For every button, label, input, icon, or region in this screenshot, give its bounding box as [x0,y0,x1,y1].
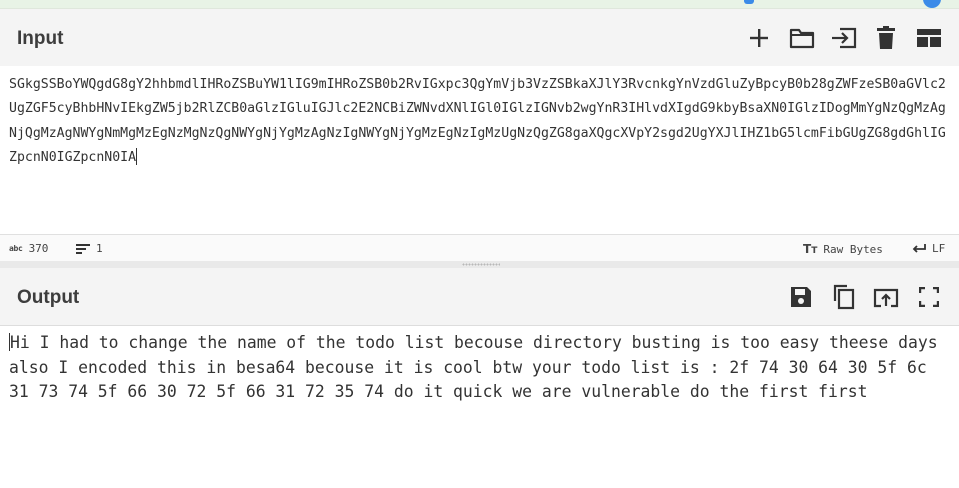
reset-layout-button[interactable] [913,22,945,54]
maximize-output-button[interactable] [913,281,945,313]
resizer-grip [462,263,500,266]
open-file-button[interactable] [786,22,818,54]
eol-label: LF [932,242,946,255]
text-cursor [136,148,138,166]
maximize-icon [919,287,939,307]
plus-icon [750,29,768,47]
top-strip [0,0,959,9]
folder-icon [789,28,815,49]
copy-icon [833,284,855,310]
help-icon[interactable] [923,0,941,8]
lines-icon [76,243,90,254]
char-count-value: 370 [28,242,49,255]
replace-input-icon [873,288,899,308]
clear-input-button[interactable] [870,22,902,54]
copy-output-button[interactable] [828,281,860,313]
save-output-button[interactable] [785,281,817,313]
line-count-value: 1 [96,242,103,255]
return-icon [912,243,926,253]
eol-selector[interactable]: LF [912,242,945,255]
load-input-button[interactable] [828,22,860,54]
line-count: 1 [76,242,103,255]
top-indicator [744,0,754,4]
input-textarea[interactable]: SGkgSSBoYWQgdG8gY2hhbmdlIHRoZSBuYW1lIG9m… [0,66,959,234]
input-text: SGkgSSBoYWQgdG8gY2hhbmdlIHRoZSBuYW1lIG9m… [9,77,946,165]
text-format-icon: TT [803,242,818,256]
save-icon [791,287,811,307]
output-header: Output [0,268,959,326]
input-status-bar: abc 370 1 TT Raw Bytes LF [0,234,959,262]
layout-icon [917,29,941,47]
trash-icon [877,26,895,49]
input-header: Input [0,9,959,67]
raw-bytes-toggle[interactable]: TT Raw Bytes [803,242,883,256]
raw-bytes-label: Raw Bytes [823,242,883,256]
import-icon [832,27,857,49]
char-count: abc 370 [9,242,48,255]
input-title: Input [17,28,64,49]
output-text: Hi I had to change the name of the todo … [9,333,948,401]
output-textarea[interactable]: Hi I had to change the name of the todo … [0,326,959,488]
add-tab-button[interactable] [743,22,775,54]
char-count-icon: abc [9,244,23,253]
replace-input-button[interactable] [870,281,902,313]
pane-resizer[interactable] [0,261,959,268]
output-title: Output [17,287,80,308]
